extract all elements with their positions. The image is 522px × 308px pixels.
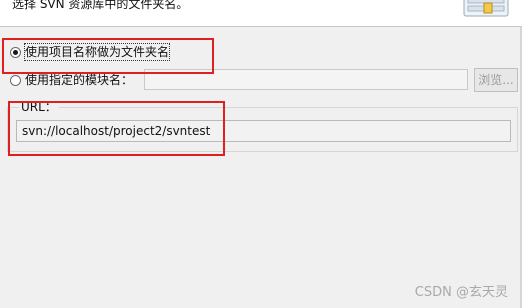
browse-button[interactable]: 浏览... [474,68,518,92]
use-module-name-label[interactable]: 使用指定的模块名： [25,72,133,88]
wizard-description: 选择 SVN 资源库中的文件夹名。 [12,0,189,11]
watermark: CSDN @玄天灵 [414,285,508,300]
annotation-box-url [8,101,225,156]
annotation-box-project-name [2,38,214,74]
header-separator [0,26,522,27]
use-module-name-radio[interactable] [10,75,21,86]
wizard-banner-icon [463,0,509,17]
wizard-header: 选择 SVN 资源库中的文件夹名。 [0,0,522,26]
